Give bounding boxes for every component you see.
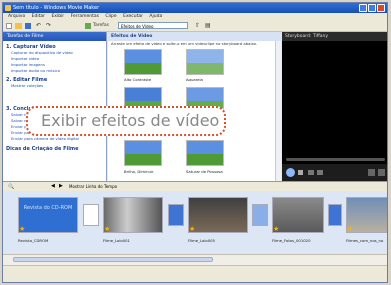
previous-frame-button[interactable] bbox=[308, 170, 314, 175]
clip-effect-star-icon: ★ bbox=[189, 225, 196, 233]
storyboard-scrollbar[interactable] bbox=[3, 254, 387, 265]
tasks-icon[interactable] bbox=[85, 23, 91, 29]
clip-effect-star-icon: ★ bbox=[19, 225, 26, 233]
storyboard-clip[interactable] bbox=[188, 197, 248, 233]
app-icon bbox=[5, 5, 11, 11]
effect-label: Brilho, Diminuir bbox=[124, 169, 154, 174]
tasks-pane-header: Tarefas de Filme bbox=[3, 32, 106, 41]
storyboard-clip[interactable] bbox=[103, 197, 163, 233]
menu-exibir[interactable]: Exibir bbox=[51, 14, 64, 19]
effect-thumb[interactable] bbox=[186, 140, 224, 166]
effect-thumb[interactable] bbox=[124, 49, 162, 75]
minimize-button[interactable] bbox=[359, 4, 367, 12]
toolbar: ↶ ↷ Tarefas Efeitos de Vídeo ⇧ ▤ bbox=[3, 21, 387, 32]
story-play-icon[interactable]: ▶ bbox=[59, 182, 63, 191]
transition-slot[interactable] bbox=[168, 204, 184, 226]
menu-ferramentas[interactable]: Ferramentas bbox=[71, 14, 99, 19]
clip-effect-star-icon: ★ bbox=[104, 225, 111, 233]
effect-thumb[interactable] bbox=[124, 140, 162, 166]
clip-label: Filmes_com_nos_no bbox=[346, 238, 384, 243]
seek-bar[interactable] bbox=[286, 158, 385, 161]
effect-label: Saturar de Pousosa bbox=[186, 169, 223, 174]
clip-title: Revista do CD-ROM bbox=[23, 205, 73, 211]
effect-label: Aquarela bbox=[186, 77, 203, 82]
close-button[interactable] bbox=[377, 4, 385, 12]
show-timeline-button[interactable]: Mostrar Linha do Tempo bbox=[69, 182, 117, 191]
clip-label: Filme_Lolo005 bbox=[188, 238, 215, 243]
snapshot-button[interactable] bbox=[378, 169, 385, 176]
effect-thumb[interactable] bbox=[186, 49, 224, 75]
split-clip-button[interactable] bbox=[368, 169, 375, 176]
menu-arquivo[interactable]: Arquivo bbox=[8, 14, 25, 19]
redo-icon[interactable]: ↷ bbox=[46, 23, 51, 29]
clip-label: Filme_Lolo001 bbox=[103, 238, 130, 243]
callout-view-video-effects: Exibir efeitos de vídeo bbox=[26, 106, 226, 136]
maximize-button[interactable] bbox=[368, 4, 376, 12]
transition-slot[interactable] bbox=[328, 204, 342, 226]
transition-slot[interactable] bbox=[83, 204, 99, 226]
collection-select[interactable]: Efeitos de Vídeo bbox=[118, 22, 188, 29]
clip-effect-star-icon: ★ bbox=[273, 225, 280, 233]
save-project-icon[interactable] bbox=[25, 23, 31, 29]
play-button[interactable] bbox=[286, 168, 295, 177]
status-bar bbox=[3, 265, 387, 282]
clip-label: Revista_CDROM bbox=[18, 238, 49, 243]
link-import-audio[interactable]: Importar áudio ou música bbox=[3, 68, 106, 74]
open-project-icon[interactable] bbox=[15, 23, 22, 29]
transition-slot[interactable] bbox=[252, 204, 268, 226]
view-options-icon[interactable]: ▤ bbox=[205, 23, 211, 29]
section-tips-title[interactable]: Dicas de Criação de Filme bbox=[3, 146, 106, 152]
scroll-thumb[interactable] bbox=[13, 257, 213, 262]
menu-executar[interactable]: Executar bbox=[123, 14, 143, 19]
menu-bar: Arquivo Editar Exibir Ferramentas Clipe … bbox=[3, 13, 387, 21]
preview-screen bbox=[284, 43, 387, 153]
menu-ajuda[interactable]: Ajuda bbox=[149, 14, 162, 19]
effects-title: Efeitos de Vídeo bbox=[108, 32, 281, 41]
preview-title: Storyboard: Tiffany bbox=[282, 32, 387, 41]
effect-label: Alto Contraste bbox=[124, 77, 152, 82]
next-frame-button[interactable] bbox=[317, 170, 323, 175]
clip-effect-star-icon: ★ bbox=[347, 225, 354, 233]
window-title: Sem título - Windows Movie Maker bbox=[13, 5, 100, 11]
link-send-dv-camera[interactable]: Enviar para câmera de vídeo digital bbox=[3, 136, 106, 142]
storyboard: Revista do CD-ROM ★ Revista_CDROM ★ Film… bbox=[3, 191, 387, 254]
story-rewind-icon[interactable]: ◀ bbox=[51, 182, 55, 191]
menu-clipe[interactable]: Clipe bbox=[105, 14, 116, 19]
title-bar: Sem título - Windows Movie Maker bbox=[3, 3, 387, 13]
effects-subtitle: Arraste um efeito de vídeo e solte-o em … bbox=[111, 41, 258, 46]
new-project-icon[interactable] bbox=[6, 23, 12, 29]
undo-icon[interactable]: ↶ bbox=[36, 23, 41, 29]
player-controls bbox=[282, 164, 387, 181]
storyboard-clip[interactable]: Revista do CD-ROM bbox=[18, 197, 78, 233]
tasks-button[interactable]: Tarefas bbox=[93, 23, 109, 29]
menu-editar[interactable]: Editar bbox=[32, 14, 45, 19]
up-folder-icon[interactable]: ⇧ bbox=[195, 23, 200, 29]
effects-scrollbar[interactable] bbox=[275, 41, 281, 181]
preview-monitor: Storyboard: Tiffany bbox=[282, 32, 387, 181]
stop-button[interactable] bbox=[298, 170, 303, 175]
movie-maker-window: Sem título - Windows Movie Maker Arquivo… bbox=[2, 2, 388, 283]
clip-label: Filme_Fotos_001020 bbox=[272, 238, 311, 243]
